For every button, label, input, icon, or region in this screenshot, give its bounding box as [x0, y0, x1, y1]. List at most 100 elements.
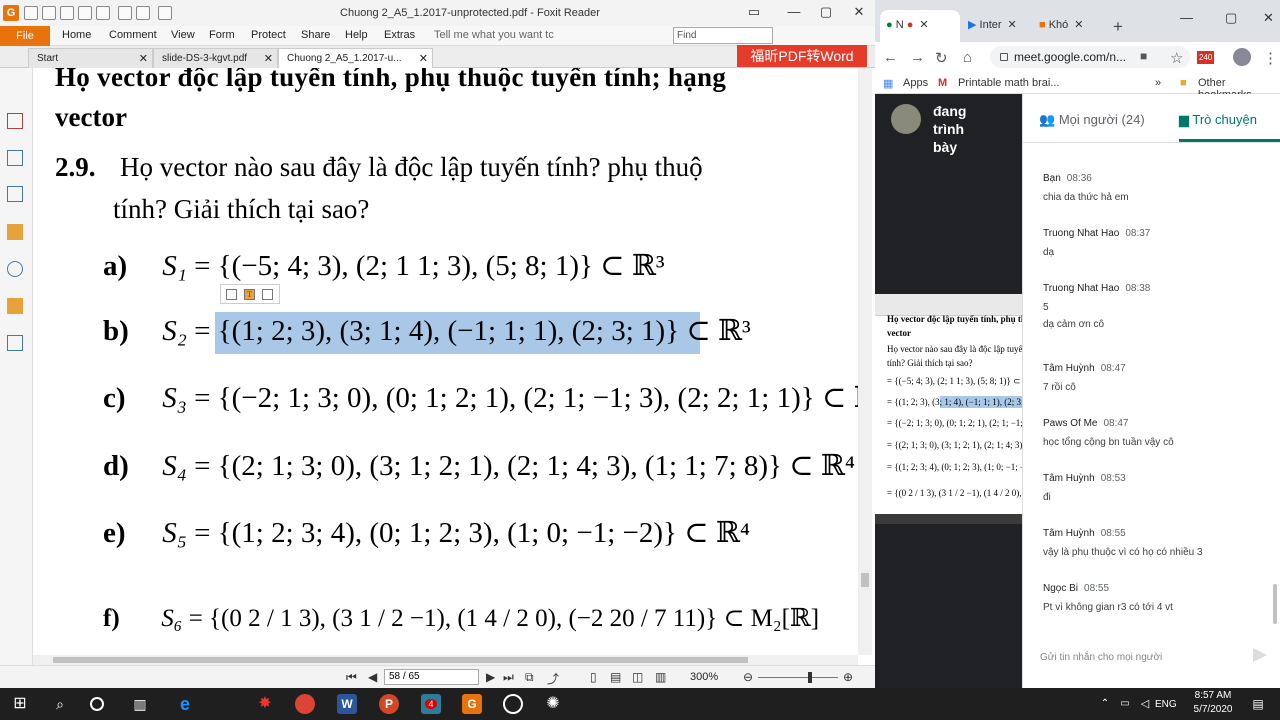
horizontal-scrollbar[interactable] — [33, 655, 858, 665]
clock-date[interactable]: 5/7/2020 — [1188, 704, 1238, 715]
calendar-app-icon[interactable]: 4 — [421, 694, 441, 714]
single-page-icon[interactable]: ▯ — [590, 670, 597, 684]
network-icon[interactable]: ▭ — [1115, 694, 1135, 714]
chevron-right-icon[interactable]: » — [1155, 77, 1161, 89]
tab-chuong[interactable]: Chuong 2_A5_1.2017-u... ✕ — [278, 48, 433, 68]
close-icon[interactable]: ✕ — [139, 52, 148, 65]
profile-avatar[interactable] — [1233, 48, 1251, 66]
page-icon[interactable] — [78, 6, 92, 20]
close-button[interactable]: ✕ — [845, 3, 873, 21]
vertical-scrollbar[interactable] — [858, 68, 872, 655]
volume-icon[interactable]: ◁ — [1135, 694, 1155, 714]
tab-chat[interactable]: ▆ Trò chuyện — [1179, 112, 1257, 128]
next-page-icon[interactable]: ▶ — [486, 670, 495, 684]
tab-meet[interactable]: ● N ● ✕ — [880, 10, 960, 42]
chat-scrollbar[interactable] — [1273, 584, 1277, 624]
app-icon[interactable] — [503, 694, 523, 714]
scroll-thumb[interactable] — [53, 657, 748, 663]
tab-khoa[interactable]: ■ Khó ✕ — [1033, 10, 1108, 42]
continuous-page-icon[interactable]: ▤ — [610, 670, 621, 684]
menu-comment[interactable]: Comment — [109, 29, 157, 41]
settings-gear-icon[interactable]: ✺ — [543, 694, 563, 714]
attachment-icon[interactable] — [7, 261, 23, 277]
scroll-thumb[interactable] — [861, 573, 869, 587]
copy-icon[interactable] — [226, 289, 237, 300]
new-tab-button[interactable]: + — [1113, 17, 1123, 37]
pages-icon[interactable] — [7, 150, 23, 166]
menu-share[interactable]: Share — [301, 29, 330, 41]
close-icon[interactable]: ✕ — [419, 52, 428, 65]
zoom-out-icon[interactable]: ⊖ — [743, 670, 753, 684]
bookmark-icon[interactable] — [7, 113, 23, 129]
reload-icon[interactable]: ↻ — [935, 49, 948, 67]
maximize-button[interactable]: ▢ — [812, 3, 840, 21]
task-view-icon[interactable]: ▥ — [130, 694, 150, 714]
comments-icon[interactable] — [7, 224, 23, 240]
minimize-button[interactable]: — — [780, 3, 808, 21]
gmail-extension-icon[interactable]: 240 — [1197, 51, 1215, 64]
back-icon[interactable]: ← — [883, 49, 898, 66]
clock-time[interactable]: 8:57 AM — [1188, 690, 1238, 701]
star-icon[interactable]: ☆ — [1170, 49, 1183, 67]
notifications-icon[interactable]: ▤ — [1248, 694, 1268, 714]
first-page-icon[interactable]: ⏮ — [346, 670, 357, 685]
ribbon-toggle-icon[interactable]: ▭ — [740, 3, 768, 21]
menu-view[interactable]: View — [171, 29, 195, 41]
zoom-slider[interactable] — [758, 677, 838, 678]
menu-protect[interactable]: Protect — [251, 29, 286, 41]
pdf-to-word-button[interactable]: 福昕PDF转Word — [737, 45, 867, 67]
zoom-slider-handle[interactable] — [808, 672, 812, 683]
save-icon[interactable] — [42, 6, 56, 20]
bookmark-math[interactable]: Printable math brai... — [958, 77, 1060, 89]
close-button[interactable]: ✕ — [1263, 10, 1274, 26]
continuous-facing-icon[interactable]: ▥ — [655, 670, 666, 684]
lock-icon[interactable] — [7, 298, 23, 314]
chrome-icon[interactable] — [295, 694, 315, 714]
close-icon[interactable]: ✕ — [1008, 19, 1017, 31]
tell-me-search[interactable]: Tell me what you want tc — [434, 29, 554, 41]
tab-slide[interactable]: slide-DS-3-kgvt.pdf ✕ — [153, 48, 278, 68]
zoom-level[interactable]: 300% — [690, 671, 718, 683]
close-icon[interactable]: ✕ — [1074, 19, 1083, 31]
tab-start[interactable]: Start ✕ — [28, 48, 153, 68]
facing-icon[interactable]: ◫ — [632, 670, 643, 684]
word-icon[interactable]: W — [337, 694, 357, 714]
menu-file[interactable]: File — [0, 26, 50, 46]
tab-people[interactable]: 👥 Mọi người (24) — [1039, 112, 1145, 128]
home-icon[interactable]: ⌂ — [963, 49, 972, 66]
menu-extras[interactable]: Extras — [384, 29, 415, 41]
signature-icon[interactable] — [7, 335, 23, 351]
layers-icon[interactable] — [7, 186, 23, 202]
search-icon[interactable]: ⌕ — [50, 694, 70, 714]
input-language[interactable]: ENG — [1155, 699, 1177, 710]
checkbox-icon[interactable] — [96, 6, 110, 20]
copy-view-icon[interactable]: ⧉ — [525, 670, 534, 685]
close-icon[interactable]: ✕ — [264, 52, 273, 65]
cortana-icon[interactable] — [90, 697, 104, 711]
tab-inter[interactable]: ▶ Inter ✕ — [962, 10, 1032, 42]
forward-icon[interactable]: → — [910, 49, 925, 66]
zoom-in-icon[interactable]: ⊕ — [843, 670, 853, 684]
page-number-input[interactable]: 58 / 65 — [384, 669, 479, 685]
open-icon[interactable] — [24, 6, 38, 20]
camera-icon[interactable]: ■ — [1140, 49, 1147, 63]
powerpoint-icon[interactable]: P — [379, 694, 399, 714]
redo-icon[interactable] — [136, 6, 150, 20]
paste-icon[interactable] — [262, 289, 273, 300]
menu-form[interactable]: Form — [209, 29, 235, 41]
prev-page-icon[interactable]: ◀ — [368, 670, 377, 684]
highlight-text-icon[interactable]: T — [244, 289, 255, 300]
undo-icon[interactable] — [118, 6, 132, 20]
menu-help[interactable]: Help — [345, 29, 368, 41]
send-icon[interactable] — [1253, 648, 1267, 662]
print-icon[interactable] — [60, 6, 74, 20]
bookmark-apps[interactable]: Apps — [903, 77, 928, 89]
menu-home[interactable]: Home — [62, 29, 91, 41]
edge-icon[interactable]: e — [175, 694, 195, 714]
last-page-icon[interactable]: ⏭ — [503, 670, 514, 685]
chevron-up-icon[interactable]: ⌃ — [1095, 694, 1115, 714]
chat-input[interactable]: Gửi tin nhắn cho mọi người — [1040, 652, 1162, 663]
menu-icon[interactable]: ⋮ — [1263, 49, 1278, 67]
find-input[interactable]: Find — [673, 27, 773, 44]
presentation-thumbnail[interactable]: Họ vector độc lập tuyến tính, phụ thuộc … — [875, 294, 1022, 524]
